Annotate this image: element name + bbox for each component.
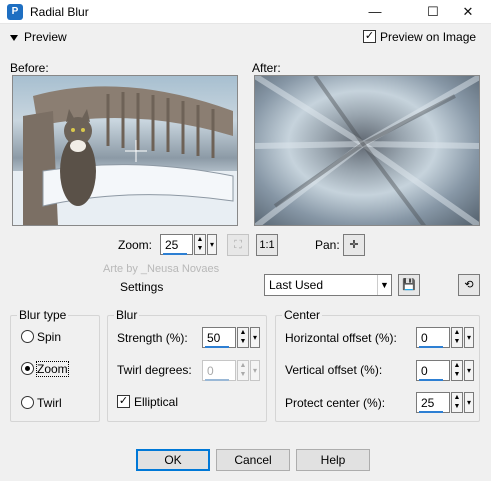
zoom-input[interactable]: 25	[160, 234, 193, 255]
bench-cat-photo	[13, 86, 237, 225]
twirl-label[interactable]: Twirl	[37, 396, 62, 410]
settings-selected-value: Last Used	[269, 278, 324, 292]
spin-radio[interactable]	[21, 330, 34, 343]
zoom-radio-label[interactable]: Zoom	[36, 361, 69, 377]
horizontal-offset-slider-bar[interactable]	[419, 346, 443, 348]
minimize-button[interactable]: —	[352, 0, 398, 24]
elliptical-label[interactable]: Elliptical	[134, 395, 178, 409]
settings-dropdown[interactable]: Last Used ▼	[264, 274, 392, 296]
zoom-radio[interactable]	[21, 362, 34, 375]
actual-size-icon[interactable]: 1:1	[256, 234, 278, 256]
save-preset-icon[interactable]: 💾	[398, 274, 420, 296]
radial-blur-result	[255, 76, 479, 225]
horizontal-offset-spinner[interactable]: ▲ ▼	[451, 327, 463, 348]
paint-app-icon: P	[7, 4, 23, 20]
strength-slider-bar[interactable]	[205, 346, 229, 348]
protect-center-slider-bar[interactable]	[419, 411, 443, 413]
before-preview-image[interactable]	[12, 75, 238, 226]
preview-toggle[interactable]: Preview	[10, 30, 67, 46]
twirl-slider-bar	[205, 379, 229, 381]
help-button[interactable]: Help	[296, 449, 370, 471]
window-title: Radial Blur	[30, 5, 89, 19]
preview-on-image-label[interactable]: Preview on Image	[380, 30, 476, 44]
twirl-dropdown-button: ▾	[250, 360, 260, 381]
elliptical-checkbox[interactable]: ✓	[117, 395, 130, 408]
pan-move-icon[interactable]: ✛	[343, 234, 365, 256]
vertical-offset-label: Vertical offset (%):	[285, 363, 383, 377]
after-label: After:	[252, 61, 281, 75]
protect-center-dropdown-button[interactable]: ▾	[464, 392, 474, 413]
collapse-triangle-icon	[10, 34, 18, 41]
zoom-slider-bar[interactable]	[163, 253, 187, 255]
vertical-offset-spinner[interactable]: ▲ ▼	[451, 360, 463, 381]
twirl-degrees-label: Twirl degrees:	[117, 363, 192, 377]
horizontal-offset-dropdown-button[interactable]: ▾	[464, 327, 474, 348]
strength-spinner[interactable]: ▲ ▼	[237, 327, 249, 348]
horizontal-offset-input[interactable]: 0	[416, 327, 450, 348]
title-bar: P Radial Blur — ☐ ✕	[0, 0, 491, 24]
vertical-offset-slider-bar[interactable]	[419, 379, 443, 381]
vertical-offset-dropdown-button[interactable]: ▾	[464, 360, 474, 381]
strength-label: Strength (%):	[117, 331, 188, 345]
cancel-button[interactable]: Cancel	[216, 449, 290, 471]
after-preview-image	[254, 75, 480, 226]
zoom-to-fit-icon: ⛶	[227, 234, 249, 256]
settings-label: Settings	[120, 280, 164, 294]
blur-title: Blur	[114, 308, 140, 322]
twirl-spinner: ▲ ▼	[237, 360, 249, 381]
chevron-down-icon: ▼	[377, 275, 391, 295]
zoom-spinner[interactable]: ▲ ▼	[194, 234, 206, 255]
blur-group: Blur Strength (%): 50 ▲ ▼ ▾ Twirl degrees…	[107, 308, 267, 422]
spin-label[interactable]: Spin	[37, 330, 61, 344]
twirl-degrees-input: 0	[202, 360, 236, 381]
horizontal-offset-label: Horizontal offset (%):	[285, 331, 397, 345]
center-group: Center Horizontal offset (%): 0 ▲ ▼ ▾ Ver…	[275, 308, 480, 422]
watermark-text: Arte by _Neusa Novaes	[103, 263, 220, 275]
strength-dropdown-button[interactable]: ▾	[250, 327, 260, 348]
reset-preset-icon[interactable]: ⟲	[458, 274, 480, 296]
protect-center-label: Protect center (%):	[285, 396, 386, 410]
close-button[interactable]: ✕	[445, 0, 491, 24]
pan-label: Pan:	[315, 238, 340, 252]
protect-center-spinner[interactable]: ▲ ▼	[451, 392, 463, 413]
before-label: Before:	[10, 61, 49, 75]
center-title: Center	[282, 308, 323, 322]
blur-type-title: Blur type	[17, 308, 69, 322]
zoom-label: Zoom:	[118, 238, 153, 252]
ok-button[interactable]: OK	[136, 449, 210, 471]
preview-toggle-label: Preview	[24, 30, 67, 44]
blur-type-group: Blur type Spin Zoom Twirl	[10, 308, 100, 422]
strength-input[interactable]: 50	[202, 327, 236, 348]
twirl-radio[interactable]	[21, 396, 34, 409]
vertical-offset-input[interactable]: 0	[416, 360, 450, 381]
protect-center-input[interactable]: 25	[416, 392, 450, 413]
preview-on-image-checkbox[interactable]: ✓	[363, 30, 376, 43]
zoom-dropdown-button[interactable]: ▾	[207, 234, 217, 255]
